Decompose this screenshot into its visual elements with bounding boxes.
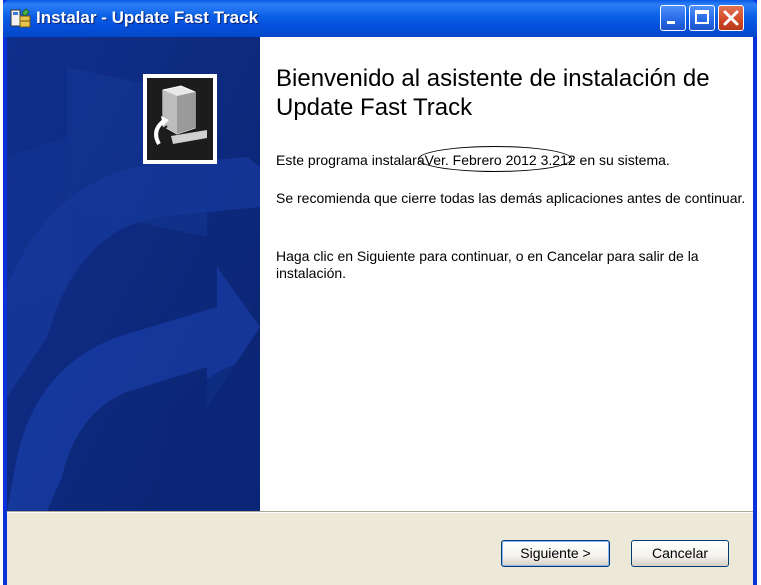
installer-icon: [10, 8, 31, 28]
window-title: Instalar - Update Fast Track: [36, 8, 259, 27]
maximize-icon: [695, 10, 709, 24]
close-icon: [723, 10, 739, 26]
minimize-button[interactable]: [660, 5, 686, 31]
wizard-sidebar-image: [7, 37, 260, 511]
dialog-body: Bienvenido al asistente de instalación d…: [7, 37, 753, 585]
cancel-button[interactable]: Cancelar: [631, 540, 729, 567]
minimize-icon: [667, 21, 675, 24]
installer-window: Instalar - Update Fast Track Bienvenido …: [3, 0, 757, 585]
setup-logo: [143, 74, 217, 164]
title-bar[interactable]: Instalar - Update Fast Track: [3, 0, 757, 37]
maximize-button[interactable]: [689, 5, 715, 31]
welcome-heading: Bienvenido al asistente de instalación d…: [276, 65, 710, 121]
version-highlight: Ver. Febrero 2012 3.212 en su: [417, 146, 614, 172]
wizard-content: Bienvenido al asistente de instalación d…: [260, 37, 753, 511]
install-info-text: Este programa instalará Ver. Febrero 2012…: [276, 146, 746, 172]
button-bar: Siguiente > Cancelar: [7, 513, 753, 585]
next-button[interactable]: Siguiente >: [501, 540, 610, 567]
close-button[interactable]: [718, 5, 744, 31]
screen-edge: [757, 0, 761, 585]
close-apps-text: Se recomienda que cierre todas las demás…: [276, 190, 746, 206]
version-text: Ver. Febrero 2012 3.212 en su: [424, 152, 614, 168]
install-info-prefix: Este programa instalará: [276, 152, 425, 168]
install-info-suffix: sistema.: [617, 152, 670, 168]
instructions-text: Haga clic en Siguiente para continuar, o…: [276, 248, 699, 281]
